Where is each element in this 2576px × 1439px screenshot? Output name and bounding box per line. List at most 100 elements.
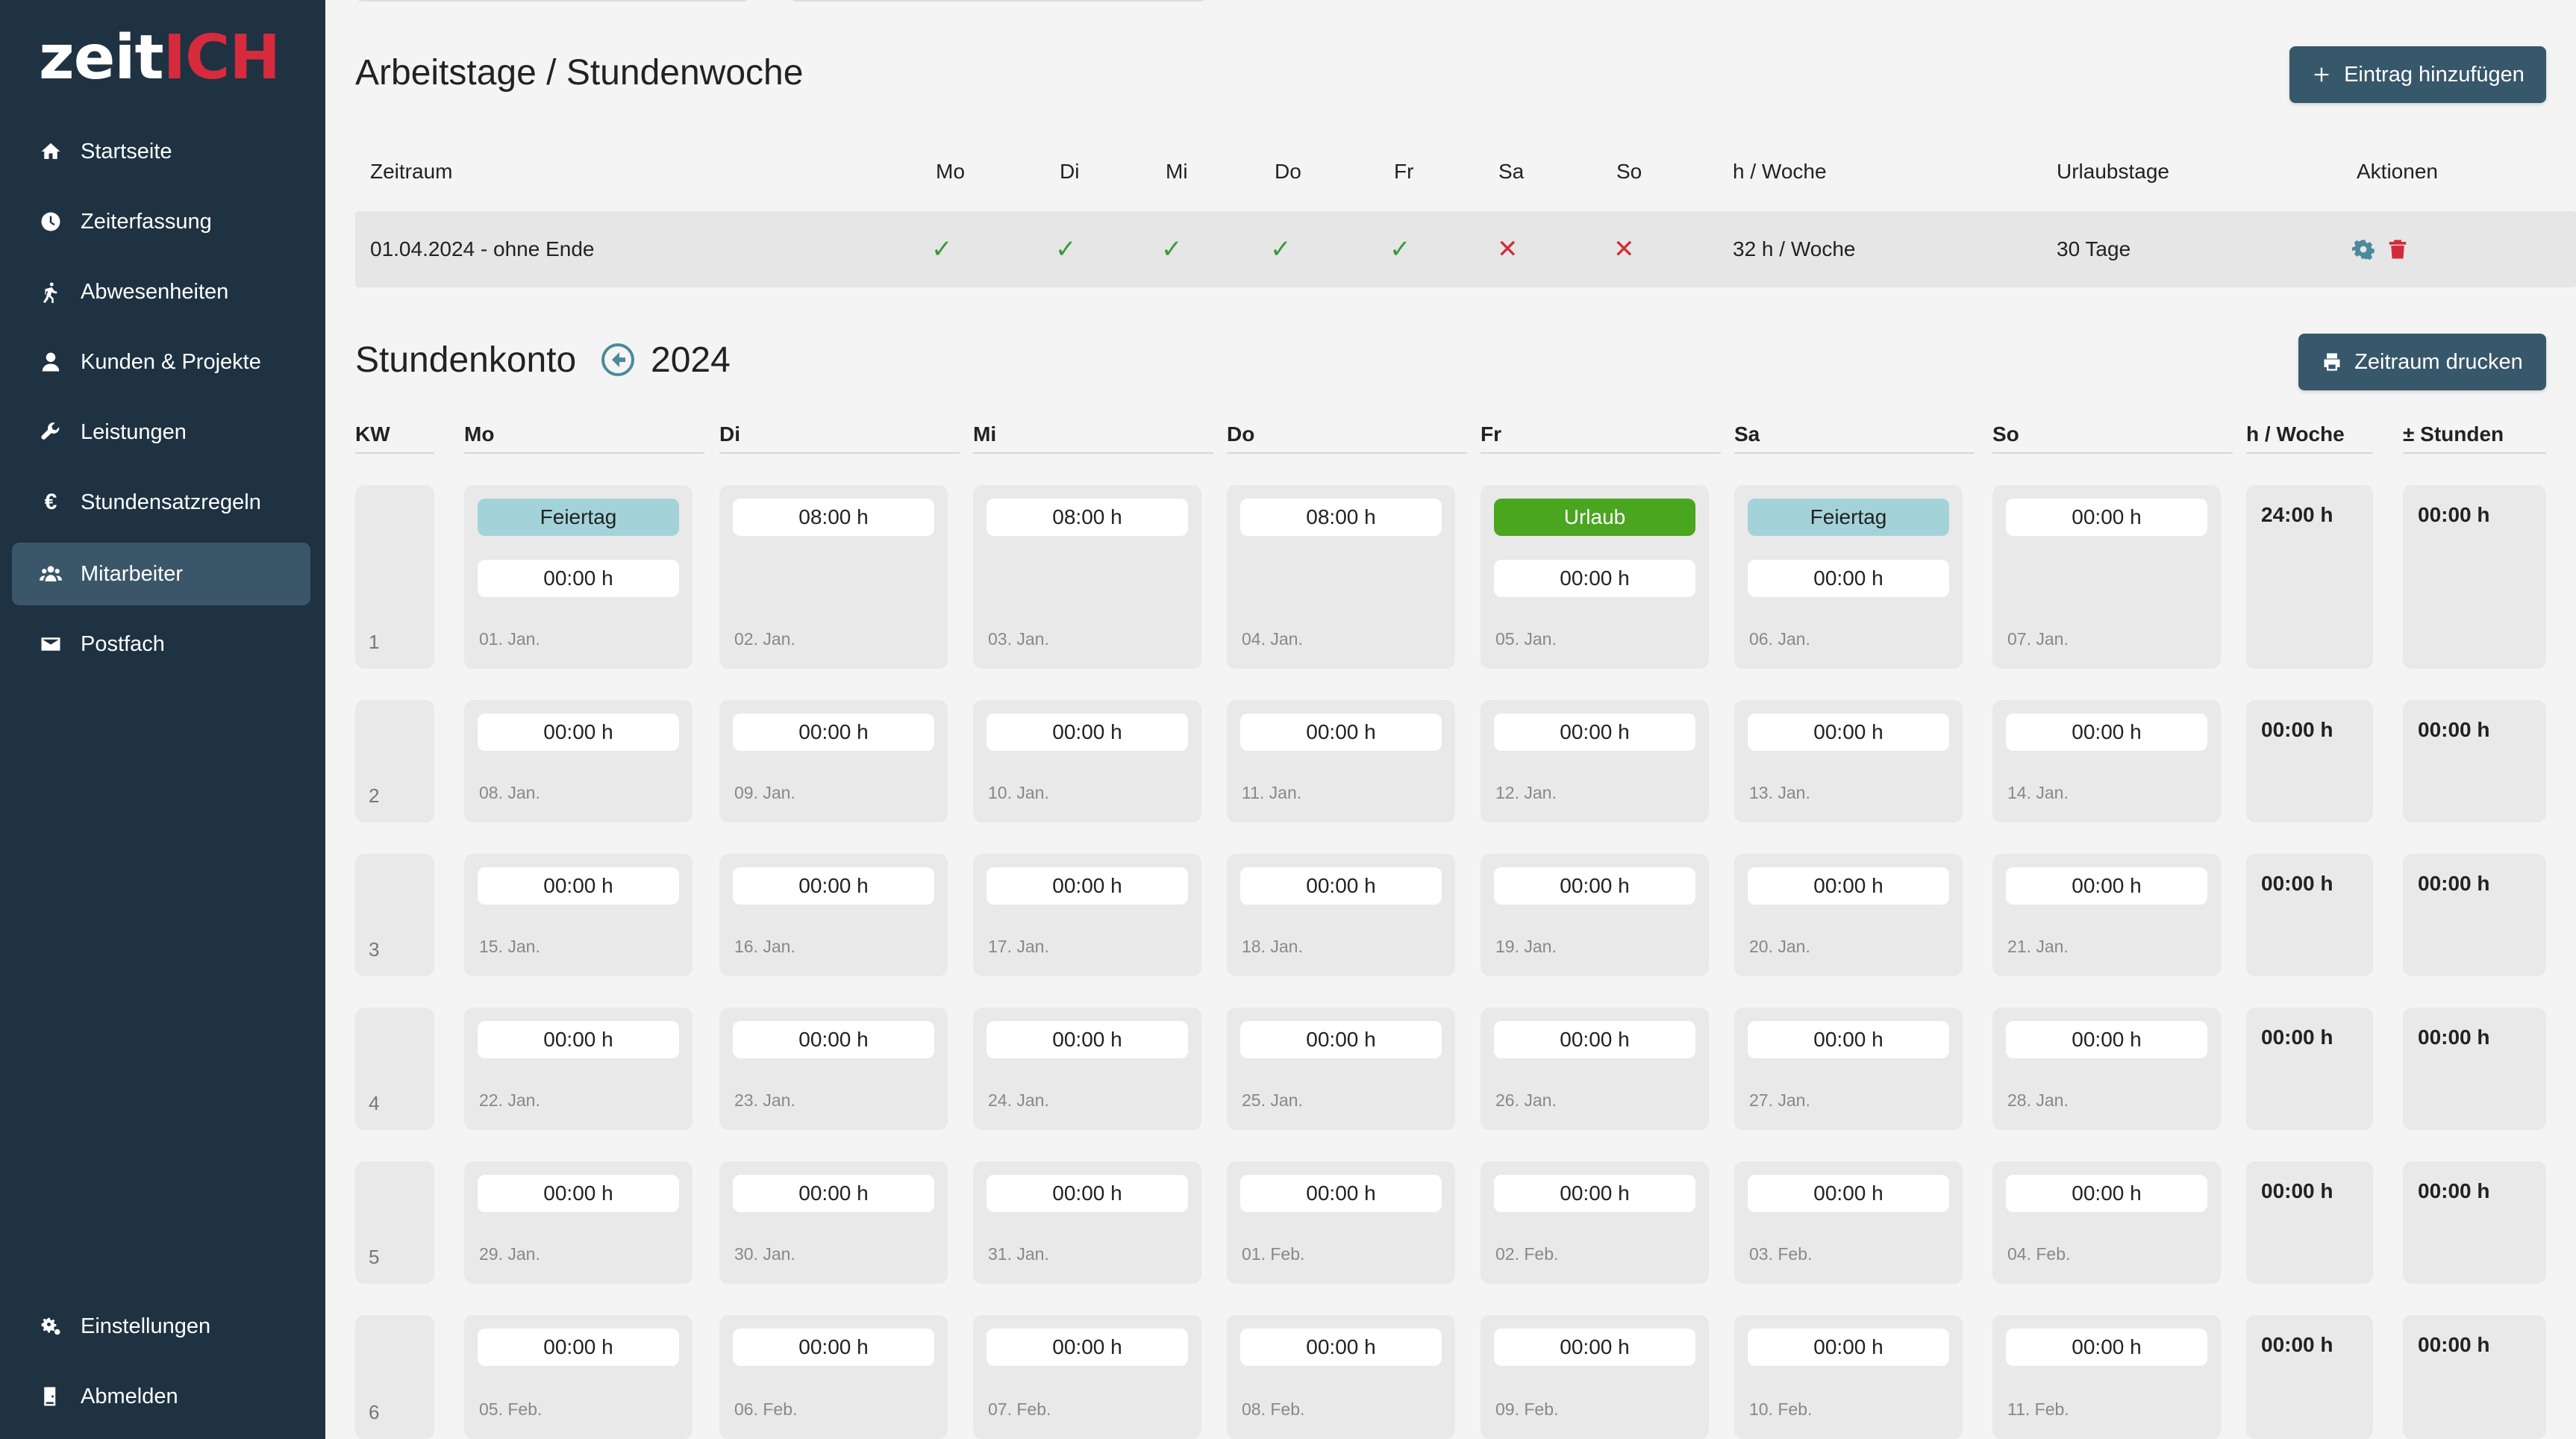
day-cell[interactable]: 00:00 h 12. Jan. [1481,700,1709,822]
day-cell[interactable]: 00:00 h 11. Jan. [1227,700,1455,822]
day-cell[interactable]: 00:00 h 07. Jan. [1992,485,2221,669]
day-cell[interactable]: 00:00 h 20. Jan. [1734,854,1963,976]
day-cell[interactable]: 00:00 h 10. Feb. [1734,1315,1963,1439]
day-cell[interactable]: 00:00 h 27. Jan. [1734,1008,1963,1130]
hours-value[interactable]: 00:00 h [2006,1021,2207,1058]
hours-value[interactable]: 00:00 h [478,1175,679,1212]
day-cell[interactable]: 00:00 h 08. Jan. [464,700,693,822]
gear-icon[interactable] [2352,211,2375,287]
hours-value[interactable]: 00:00 h [1748,1021,1949,1058]
day-cell[interactable]: 08:00 h 03. Jan. [973,485,1201,669]
day-cell[interactable]: 00:00 h 11. Feb. [1992,1315,2221,1439]
day-cell[interactable]: 00:00 h 23. Jan. [719,1008,948,1130]
hours-value[interactable]: 00:00 h [733,867,934,905]
sidebar-item-abwesenheiten[interactable]: Abwesenheiten [12,260,310,323]
day-cell[interactable]: 00:00 h 26. Jan. [1481,1008,1709,1130]
top-tab-right[interactable] [790,0,1207,1]
day-cell[interactable]: 00:00 h 13. Jan. [1734,700,1963,822]
day-cell[interactable]: 00:00 h 14. Jan. [1992,700,2221,822]
day-cell[interactable]: 00:00 h 28. Jan. [1992,1008,2221,1130]
hours-value[interactable]: 00:00 h [1748,1329,1949,1366]
day-cell[interactable]: 08:00 h 02. Jan. [719,485,948,669]
hours-value[interactable]: 00:00 h [1494,560,1695,597]
day-cell[interactable]: 08:00 h 04. Jan. [1227,485,1455,669]
day-cell[interactable]: 00:00 h 07. Feb. [973,1315,1201,1439]
hours-value[interactable]: 00:00 h [1240,714,1442,751]
hours-value[interactable]: 00:00 h [987,1021,1188,1058]
hours-value[interactable]: 00:00 h [478,560,679,597]
hours-value[interactable]: 00:00 h [733,1329,934,1366]
sidebar-item-zeiterfassung[interactable]: Zeiterfassung [12,190,310,253]
day-cell[interactable]: Urlaub 00:00 h 05. Jan. [1481,485,1709,669]
day-cell[interactable]: 00:00 h 19. Jan. [1481,854,1709,976]
sidebar-item-stundensatzregeln[interactable]: € Stundensatzregeln [12,471,310,534]
day-cell[interactable]: 00:00 h 30. Jan. [719,1161,948,1284]
hours-value[interactable]: 00:00 h [1240,1329,1442,1366]
hours-value[interactable]: 00:00 h [987,714,1188,751]
sidebar-item-startseite[interactable]: Startseite [12,120,310,183]
hours-value[interactable]: 00:00 h [1748,867,1949,905]
day-cell[interactable]: 00:00 h 16. Jan. [719,854,948,976]
day-cell[interactable]: Feiertag 00:00 h 06. Jan. [1734,485,1963,669]
trash-icon[interactable] [2386,211,2409,287]
top-tab-left[interactable] [355,0,751,1]
hours-value[interactable]: 08:00 h [987,499,1188,536]
add-entry-button[interactable]: Eintrag hinzufügen [2289,46,2546,103]
day-cell[interactable]: 00:00 h 06. Feb. [719,1315,948,1439]
hours-value[interactable]: 00:00 h [2006,867,2207,905]
day-cell[interactable]: 00:00 h 24. Jan. [973,1008,1201,1130]
hours-value[interactable]: 00:00 h [987,1175,1188,1212]
hours-value[interactable]: 00:00 h [2006,714,2207,751]
arrow-left-circle-icon[interactable] [600,342,636,378]
hours-value[interactable]: 00:00 h [1240,867,1442,905]
hours-value[interactable]: 00:00 h [478,714,679,751]
sidebar-item-einstellungen[interactable]: Einstellungen [12,1295,310,1358]
sidebar-item-leistungen[interactable]: Leistungen [12,401,310,463]
day-cell[interactable]: 00:00 h 18. Jan. [1227,854,1455,976]
sidebar-item-postfach[interactable]: Postfach [12,613,310,675]
day-cell[interactable]: 00:00 h 17. Jan. [973,854,1201,976]
hours-value[interactable]: 08:00 h [1240,499,1442,536]
day-cell[interactable]: 00:00 h 05. Feb. [464,1315,693,1439]
hours-value[interactable]: 00:00 h [2006,499,2207,536]
day-cell[interactable]: 00:00 h 15. Jan. [464,854,693,976]
day-cell[interactable]: 00:00 h 21. Jan. [1992,854,2221,976]
hours-value[interactable]: 00:00 h [478,1021,679,1058]
hours-value[interactable]: 00:00 h [478,1329,679,1366]
brand-logo[interactable]: zeitICH [39,22,281,93]
day-cell[interactable]: 00:00 h 01. Feb. [1227,1161,1455,1284]
hours-value[interactable]: 00:00 h [733,714,934,751]
hours-value[interactable]: 00:00 h [733,1021,934,1058]
day-cell[interactable]: 00:00 h 31. Jan. [973,1161,1201,1284]
day-cell[interactable]: 00:00 h 09. Jan. [719,700,948,822]
day-cell[interactable]: 00:00 h 09. Feb. [1481,1315,1709,1439]
hours-value[interactable]: 00:00 h [1494,1021,1695,1058]
print-range-button[interactable]: Zeitraum drucken [2298,334,2546,390]
hours-value[interactable]: 00:00 h [987,867,1188,905]
hours-value[interactable]: 00:00 h [1240,1021,1442,1058]
day-cell[interactable]: 00:00 h 03. Feb. [1734,1161,1963,1284]
hours-value[interactable]: 00:00 h [1494,1329,1695,1366]
day-cell[interactable]: 00:00 h 22. Jan. [464,1008,693,1130]
hours-value[interactable]: 00:00 h [1240,1175,1442,1212]
hours-value[interactable]: 08:00 h [733,499,934,536]
hours-value[interactable]: 00:00 h [2006,1329,2207,1366]
hours-value[interactable]: 00:00 h [1494,1175,1695,1212]
day-cell[interactable]: 00:00 h 25. Jan. [1227,1008,1455,1130]
hours-value[interactable]: 00:00 h [733,1175,934,1212]
day-cell[interactable]: Feiertag 00:00 h 01. Jan. [464,485,693,669]
hours-value[interactable]: 00:00 h [1748,1175,1949,1212]
hours-value[interactable]: 00:00 h [478,867,679,905]
hours-value[interactable]: 00:00 h [1748,560,1949,597]
day-cell[interactable]: 00:00 h 04. Feb. [1992,1161,2221,1284]
day-cell[interactable]: 00:00 h 08. Feb. [1227,1315,1455,1439]
day-cell[interactable]: 00:00 h 02. Feb. [1481,1161,1709,1284]
day-cell[interactable]: 00:00 h 29. Jan. [464,1161,693,1284]
sidebar-item-mitarbeiter[interactable]: Mitarbeiter [12,543,310,605]
hours-value[interactable]: 00:00 h [1494,867,1695,905]
hours-value[interactable]: 00:00 h [2006,1175,2207,1212]
sidebar-item-kunden-projekte[interactable]: Kunden & Projekte [12,331,310,393]
day-cell[interactable]: 00:00 h 10. Jan. [973,700,1201,822]
hours-value[interactable]: 00:00 h [987,1329,1188,1366]
sidebar-item-abmelden[interactable]: Abmelden [12,1365,310,1428]
